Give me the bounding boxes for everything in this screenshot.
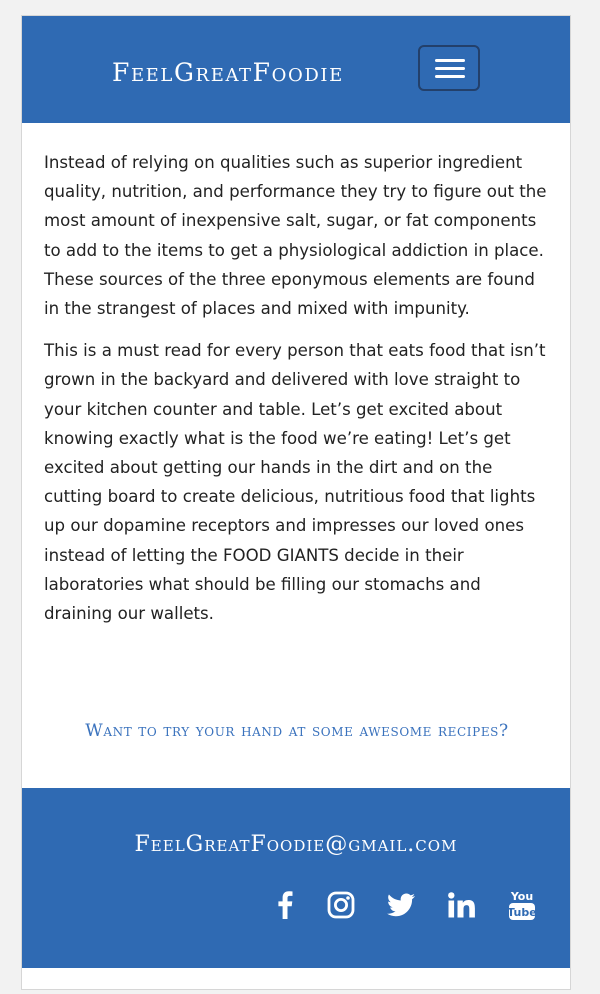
hamburger-menu-button[interactable]: [418, 45, 480, 91]
footer: FeelGreatFoodie@gmail.com You Tube: [22, 788, 570, 968]
article-body: Instead of relying on qualities such as …: [44, 148, 554, 641]
navbar: FeelGreatFoodie: [22, 16, 570, 123]
article-paragraph: This is a must read for every person tha…: [44, 341, 546, 624]
recipes-cta-link[interactable]: Want to try your hand at some awesome re…: [22, 721, 570, 741]
hamburger-menu-icon: [435, 59, 465, 62]
article-paragraph: Instead of relying on qualities such as …: [44, 153, 547, 319]
brand-logo-link[interactable]: FeelGreatFoodie: [112, 58, 344, 87]
linkedin-icon[interactable]: [444, 888, 478, 922]
page-frame: FeelGreatFoodie Instead of relying on qu…: [21, 15, 571, 990]
instagram-icon[interactable]: [324, 888, 358, 922]
youtube-icon[interactable]: You Tube: [506, 885, 538, 925]
svg-text:You: You: [510, 890, 533, 903]
twitter-icon[interactable]: [384, 888, 418, 922]
facebook-icon[interactable]: [272, 888, 298, 922]
svg-text:Tube: Tube: [508, 906, 536, 919]
contact-email-link[interactable]: FeelGreatFoodie@gmail.com: [22, 832, 570, 857]
